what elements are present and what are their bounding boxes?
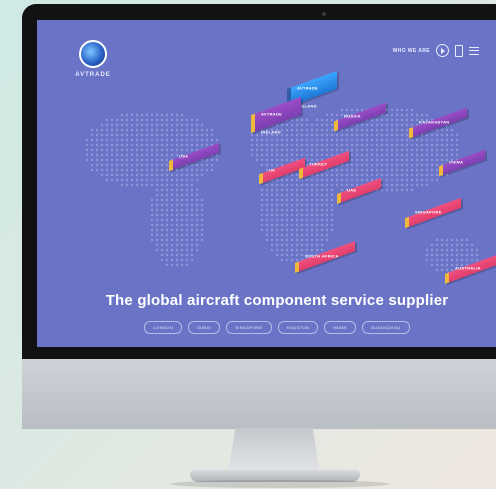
phone-icon[interactable] [455, 44, 463, 57]
brand-name: AVTRADE [75, 72, 111, 78]
desktop-monitor: AVTRADE WHO WE ARE AVTRADE IRELAND AVTRA… [22, 4, 496, 429]
city-button[interactable]: SINGAPORE [226, 321, 272, 334]
menu-icon[interactable] [469, 46, 479, 55]
tag-label: SINGAPORE [415, 209, 442, 215]
city-button[interactable]: LONDON [144, 321, 182, 334]
tag-label: KAZAKHSTAN [419, 119, 450, 125]
tag-label: AUSTRALIA [455, 265, 481, 271]
tag-label: UAE [347, 187, 357, 193]
play-icon[interactable] [436, 44, 449, 57]
tag-label: UK [269, 167, 276, 173]
city-button[interactable]: MIAMI [324, 321, 356, 334]
monitor-stand [228, 428, 320, 473]
who-we-are-link[interactable]: WHO WE ARE [393, 48, 430, 54]
hero-headline: The global aircraft component service su… [105, 292, 449, 309]
top-nav: WHO WE ARE [393, 44, 479, 57]
tag-label: SOUTH AFRICA [305, 253, 339, 259]
tag-label: AVTRADE IRELAND [261, 111, 283, 135]
city-button[interactable]: HOUSTON [277, 321, 319, 334]
avtrade-logo-icon [79, 40, 107, 68]
city-buttons: LONDON DUBAI SINGAPORE HOUSTON MIAMI GUANGZHO… [37, 321, 496, 334]
tag-label: TURKEY [309, 161, 328, 167]
monitor-shadow [170, 480, 390, 488]
tag-label: AVTRADE IRELAND [297, 85, 319, 109]
monitor-chin [22, 359, 496, 429]
website-screen: AVTRADE WHO WE ARE AVTRADE IRELAND AVTRA… [37, 20, 496, 347]
tag-label: RUSSIA [344, 113, 361, 119]
city-button[interactable]: DUBAI [187, 321, 221, 334]
brand-logo[interactable]: AVTRADE [63, 40, 123, 78]
city-button[interactable]: GUANGZHOU [361, 321, 410, 334]
tag-label: USA [179, 153, 189, 159]
tag-label: CHINA [449, 159, 464, 165]
camera-icon [322, 12, 326, 16]
monitor-bezel: AVTRADE WHO WE ARE AVTRADE IRELAND AVTRA… [22, 4, 496, 359]
